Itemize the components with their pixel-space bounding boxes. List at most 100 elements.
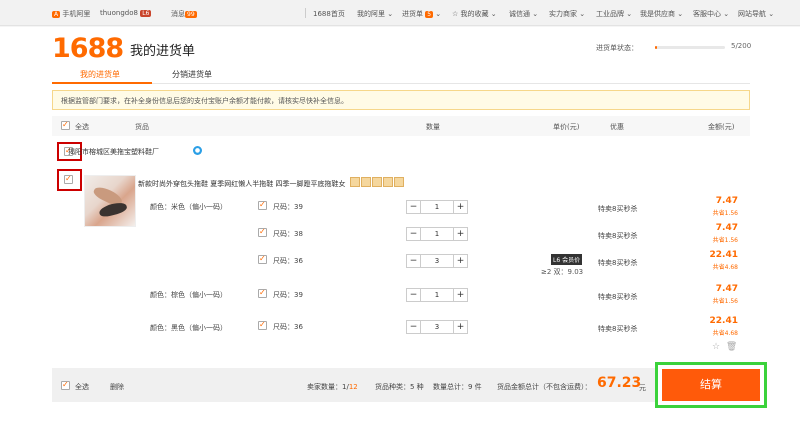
increment-button[interactable]: +: [453, 201, 467, 213]
row-amount: 22.41: [709, 250, 738, 260]
row-amount: 22.41: [709, 316, 738, 326]
service-tag-icon: [361, 177, 371, 187]
row-savings: 共省1.56: [712, 237, 738, 244]
sitenav-menu[interactable]: 网站导航 ⌄: [738, 9, 774, 19]
quantity-input[interactable]: 1: [421, 228, 453, 240]
my-ali-menu[interactable]: 我的阿里 ⌄: [357, 9, 393, 19]
table-header: [52, 116, 750, 136]
sku-size: 尺码：39: [273, 291, 303, 299]
sku-checkbox[interactable]: [258, 320, 267, 330]
message-count-badge: 99: [185, 11, 197, 18]
favorite-star-icon[interactable]: ☆: [712, 342, 720, 352]
seller-count: 卖家数量：1/12: [307, 383, 358, 391]
mobile-icon: A: [52, 11, 61, 18]
sku-checkbox[interactable]: [258, 288, 267, 298]
delete-selected-link[interactable]: 删除: [110, 382, 124, 392]
tier-price: ≥2 双：9.03: [541, 268, 584, 276]
site-logo[interactable]: 1688: [52, 33, 124, 64]
total-amount: 67.23: [597, 375, 642, 391]
promo-label: 特卖8买秒杀: [598, 293, 638, 301]
shop-name-link[interactable]: 揭阳市榕城区美拖宝塑料鞋厂: [68, 147, 159, 157]
select-all-checkbox[interactable]: [61, 120, 70, 130]
footer-select-all-label: 全选: [75, 383, 89, 391]
product-service-tags: [350, 177, 405, 189]
footer-select-all-checkbox[interactable]: [61, 380, 70, 390]
cart-status-label: 进货单状态：: [596, 44, 638, 52]
chevron-down-icon: ⌄: [435, 10, 442, 18]
column-product: 货品: [135, 123, 149, 131]
star-icon: ☆: [452, 10, 459, 18]
industrial-menu[interactable]: 工业品牌 ⌄: [596, 9, 632, 19]
member-price-badge: L6 会员价: [551, 254, 583, 265]
chevron-down-icon: ⌄: [677, 10, 684, 18]
quantity-input[interactable]: 1: [421, 201, 453, 213]
increment-button[interactable]: +: [453, 255, 467, 267]
home-link[interactable]: 1688首页: [313, 9, 345, 19]
product-title-link[interactable]: 新款时尚外穿包头拖鞋 夏季网红懒人半拖鞋 四季一脚蹬平底拖鞋女: [138, 179, 345, 189]
total-label: 货品金额总计（不包含运费）：: [497, 383, 592, 391]
cart-menu[interactable]: 进货单 5 ⌄: [402, 9, 441, 19]
notice-banner: 根据监管部门要求，在补全身份信息后您的支付宝账户余额才能付款，请核实尽快补全信息…: [52, 90, 750, 110]
tab-divider: [52, 83, 750, 84]
column-discount: 优惠: [610, 123, 624, 131]
service-tag-icon: [383, 177, 393, 187]
chevron-down-icon: ⌄: [723, 10, 730, 18]
cart-progress-bar: [655, 46, 725, 49]
power-merchant-menu[interactable]: 实力商家 ⌄: [549, 9, 585, 19]
row-savings: 共省4.68: [712, 264, 738, 271]
username-link[interactable]: thuongdo8 L6: [100, 9, 152, 17]
active-tab-underline: [52, 82, 152, 84]
chevron-down-icon: ⌄: [626, 10, 633, 18]
quantity-input[interactable]: 3: [421, 321, 453, 333]
product-kinds: 货品种类：5 种: [375, 383, 424, 391]
tab-my-cart[interactable]: 我的进货单: [80, 69, 120, 80]
sku-size: 尺码：36: [273, 323, 303, 331]
product-thumbnail[interactable]: [84, 175, 136, 227]
service-tag-icon: [394, 177, 404, 187]
sku-color: 颜色：黑色（偏小一码）: [150, 324, 227, 332]
promo-label: 特卖8买秒杀: [598, 259, 638, 267]
favorites-menu[interactable]: ☆ 我的收藏 ⌄: [452, 9, 497, 19]
decrement-button[interactable]: −: [407, 321, 421, 333]
sku-size: 尺码：38: [273, 230, 303, 238]
decrement-button[interactable]: −: [407, 255, 421, 267]
column-unit-price: 单价(元): [553, 123, 580, 131]
quantity-stepper: −1 +: [406, 288, 468, 302]
trash-icon[interactable]: 🗑: [726, 342, 737, 352]
increment-button[interactable]: +: [453, 321, 467, 333]
quantity-input[interactable]: 3: [421, 255, 453, 267]
sku-checkbox[interactable]: [258, 227, 267, 237]
increment-button[interactable]: +: [453, 289, 467, 301]
sku-size: 尺码：36: [273, 257, 303, 265]
supplier-menu[interactable]: 我是供应商 ⌄: [640, 9, 683, 19]
mobile-link[interactable]: A 手机阿里: [52, 9, 90, 19]
service-tag-icon: [372, 177, 382, 187]
row-actions: ☆ 🗑: [712, 342, 737, 352]
wangwang-chat-icon[interactable]: ●: [193, 146, 202, 155]
quantity-stepper: −1 +: [406, 200, 468, 214]
increment-button[interactable]: +: [453, 228, 467, 240]
quantity-input[interactable]: 1: [421, 289, 453, 301]
chengxintong-menu[interactable]: 诚信通 ⌄: [509, 9, 538, 19]
messages-link[interactable]: 消息 99: [171, 9, 197, 19]
row-savings: 共省4.68: [712, 330, 738, 337]
decrement-button[interactable]: −: [407, 201, 421, 213]
product-checkbox[interactable]: [64, 174, 73, 184]
decrement-button[interactable]: −: [407, 228, 421, 240]
promo-label: 特卖8买秒杀: [598, 232, 638, 240]
currency-label: 元: [639, 384, 646, 392]
cart-count-badge: 5: [425, 11, 434, 18]
service-menu[interactable]: 客服中心 ⌄: [693, 9, 729, 19]
column-amount: 金额(元): [708, 123, 735, 131]
sku-checkbox[interactable]: [258, 200, 267, 210]
sku-color: 颜色：棕色（偏小一码）: [150, 291, 227, 299]
checkout-button[interactable]: 结算: [662, 369, 760, 401]
sku-checkbox[interactable]: [258, 254, 267, 264]
cart-progress-text: 5/200: [731, 42, 752, 50]
top-nav-bar: A 手机阿里 thuongdo8 L6 消息 99 1688首页 我的阿里 ⌄ 进…: [0, 0, 800, 26]
tab-distribution-cart[interactable]: 分销进货单: [172, 69, 212, 80]
decrement-button[interactable]: −: [407, 289, 421, 301]
select-all-label: 全选: [75, 123, 89, 131]
chevron-down-icon: ⌄: [532, 10, 539, 18]
row-amount: 7.47: [715, 284, 738, 294]
